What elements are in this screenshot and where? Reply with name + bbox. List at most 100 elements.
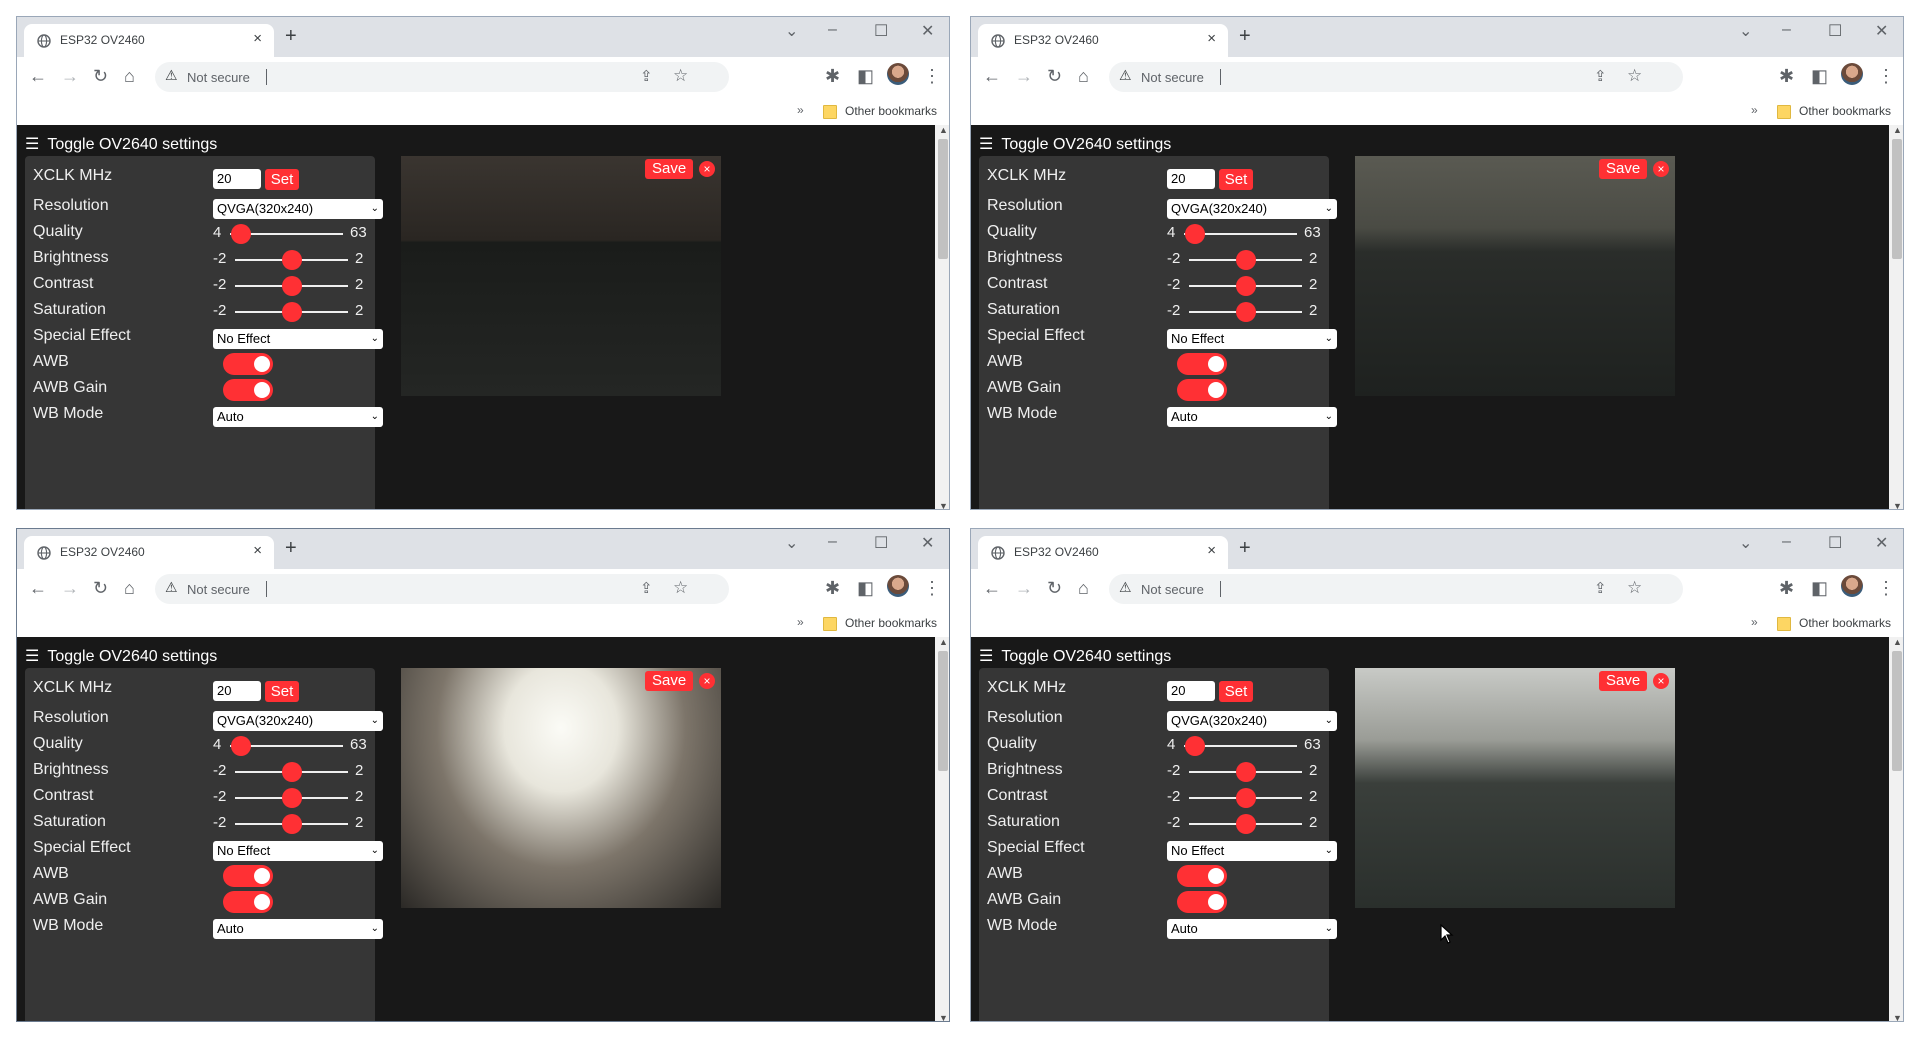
extensions-icon[interactable]: ✱	[1779, 577, 1794, 599]
back-icon[interactable]: ←	[983, 65, 1001, 87]
menu-icon[interactable]: ⋮	[1877, 65, 1895, 87]
bookmarks-overflow-icon[interactable]: »	[1751, 615, 1758, 629]
menu-icon[interactable]: ⋮	[1877, 577, 1895, 599]
bookmarks-overflow-icon[interactable]: »	[1751, 103, 1758, 117]
toggle-settings[interactable]: ☰ Toggle OV2640 settings	[25, 646, 217, 666]
bookmarks-overflow-icon[interactable]: »	[797, 103, 804, 117]
scroll-up-icon[interactable]: ▲	[1893, 125, 1902, 135]
quality-slider[interactable]	[231, 224, 252, 244]
side-panel-icon[interactable]: ◧	[857, 577, 874, 599]
side-panel-icon[interactable]: ◧	[1811, 577, 1828, 599]
awb-toggle[interactable]	[1177, 865, 1227, 887]
extensions-icon[interactable]: ✱	[1779, 65, 1794, 87]
share-icon[interactable]: ⇪	[640, 579, 653, 597]
security-label[interactable]: Not secure	[187, 70, 250, 85]
contrast-slider[interactable]	[1235, 276, 1256, 296]
brightness-slider[interactable]	[1235, 250, 1256, 270]
minimize-icon[interactable]: –	[1782, 21, 1791, 39]
menu-icon[interactable]: ⋮	[923, 577, 941, 599]
home-icon[interactable]: ⌂	[1078, 577, 1089, 599]
close-window-icon[interactable]: ✕	[921, 21, 934, 41]
page-scrollbar[interactable]: ▲ ▼	[1889, 637, 1903, 1021]
quality-slider[interactable]	[231, 736, 252, 756]
maximize-icon[interactable]: ☐	[1828, 21, 1842, 41]
share-icon[interactable]: ⇪	[1594, 579, 1607, 597]
back-icon[interactable]: ←	[983, 577, 1001, 599]
security-label[interactable]: Not secure	[187, 582, 250, 597]
xclk-input[interactable]: 20	[1167, 169, 1215, 189]
wb-mode-select[interactable]: Auto ⌄	[1167, 919, 1337, 939]
xclk-set-button[interactable]: Set	[265, 681, 299, 702]
xclk-input[interactable]: 20	[213, 169, 261, 189]
save-button[interactable]: Save	[645, 159, 694, 179]
minimize-icon[interactable]: –	[828, 533, 837, 551]
brightness-slider[interactable]	[281, 250, 302, 270]
tab-search-icon[interactable]: ⌄	[1739, 21, 1752, 41]
browser-tab[interactable]: ESP32 OV2460 ×	[24, 536, 274, 569]
back-icon[interactable]: ←	[29, 65, 47, 87]
special-effect-select[interactable]: No Effect ⌄	[1167, 841, 1337, 861]
close-window-icon[interactable]: ✕	[1875, 533, 1888, 553]
special-effect-select[interactable]: No Effect ⌄	[213, 329, 383, 349]
scrollbar-thumb[interactable]	[938, 139, 948, 259]
home-icon[interactable]: ⌂	[124, 577, 135, 599]
security-label[interactable]: Not secure	[1141, 582, 1204, 597]
new-tab-icon[interactable]: +	[285, 537, 297, 560]
save-button[interactable]: Save	[1599, 671, 1648, 691]
security-label[interactable]: Not secure	[1141, 70, 1204, 85]
xclk-set-button[interactable]: Set	[1219, 169, 1253, 190]
reload-icon[interactable]: ↻	[93, 65, 108, 87]
save-button[interactable]: Save	[645, 671, 694, 691]
home-icon[interactable]: ⌂	[124, 65, 135, 87]
scrollbar-thumb[interactable]	[1892, 139, 1902, 259]
bookmark-star-icon[interactable]: ☆	[673, 578, 688, 598]
extensions-icon[interactable]: ✱	[825, 577, 840, 599]
forward-icon[interactable]: →	[61, 65, 79, 87]
xclk-set-button[interactable]: Set	[1219, 681, 1253, 702]
wb-mode-select[interactable]: Auto ⌄	[213, 919, 383, 939]
maximize-icon[interactable]: ☐	[874, 21, 888, 41]
home-icon[interactable]: ⌂	[1078, 65, 1089, 87]
extensions-icon[interactable]: ✱	[825, 65, 840, 87]
bookmark-star-icon[interactable]: ☆	[1627, 66, 1642, 86]
warning-icon[interactable]: ⚠	[165, 579, 178, 596]
profile-avatar[interactable]	[887, 63, 909, 85]
menu-icon[interactable]: ⋮	[923, 65, 941, 87]
tab-search-icon[interactable]: ⌄	[785, 21, 798, 41]
toggle-settings[interactable]: ☰ Toggle OV2640 settings	[25, 134, 217, 154]
bookmarks-overflow-icon[interactable]: »	[797, 615, 804, 629]
maximize-icon[interactable]: ☐	[1828, 533, 1842, 553]
contrast-slider[interactable]	[281, 788, 302, 808]
xclk-input[interactable]: 20	[213, 681, 261, 701]
address-bar[interactable]: ⚠ Not secure ⇪ ☆	[1109, 574, 1683, 604]
share-icon[interactable]: ⇪	[640, 67, 653, 85]
page-scrollbar[interactable]: ▲ ▼	[935, 125, 949, 509]
maximize-icon[interactable]: ☐	[874, 533, 888, 553]
page-scrollbar[interactable]: ▲ ▼	[935, 637, 949, 1021]
saturation-slider[interactable]	[281, 302, 302, 322]
close-stream-icon[interactable]: ×	[1653, 161, 1669, 177]
scroll-down-icon[interactable]: ▼	[939, 1013, 948, 1021]
side-panel-icon[interactable]: ◧	[857, 65, 874, 87]
awb-gain-toggle[interactable]	[223, 891, 273, 913]
minimize-icon[interactable]: –	[1782, 533, 1791, 551]
tab-close-icon[interactable]: ×	[253, 30, 262, 47]
new-tab-icon[interactable]: +	[285, 25, 297, 48]
bookmark-star-icon[interactable]: ☆	[1627, 578, 1642, 598]
xclk-set-button[interactable]: Set	[265, 169, 299, 190]
profile-avatar[interactable]	[1841, 575, 1863, 597]
contrast-slider[interactable]	[1235, 788, 1256, 808]
bookmark-star-icon[interactable]: ☆	[673, 66, 688, 86]
scroll-up-icon[interactable]: ▲	[939, 637, 948, 647]
scroll-up-icon[interactable]: ▲	[939, 125, 948, 135]
warning-icon[interactable]: ⚠	[165, 67, 178, 84]
address-bar[interactable]: ⚠ Not secure ⇪ ☆	[155, 62, 729, 92]
new-tab-icon[interactable]: +	[1239, 537, 1251, 560]
scroll-down-icon[interactable]: ▼	[1893, 501, 1902, 509]
tab-search-icon[interactable]: ⌄	[785, 533, 798, 553]
awb-gain-toggle[interactable]	[1177, 379, 1227, 401]
wb-mode-select[interactable]: Auto ⌄	[213, 407, 383, 427]
other-bookmarks-link[interactable]: Other bookmarks	[1799, 616, 1891, 630]
saturation-slider[interactable]	[281, 814, 302, 834]
saturation-slider[interactable]	[1235, 302, 1256, 322]
